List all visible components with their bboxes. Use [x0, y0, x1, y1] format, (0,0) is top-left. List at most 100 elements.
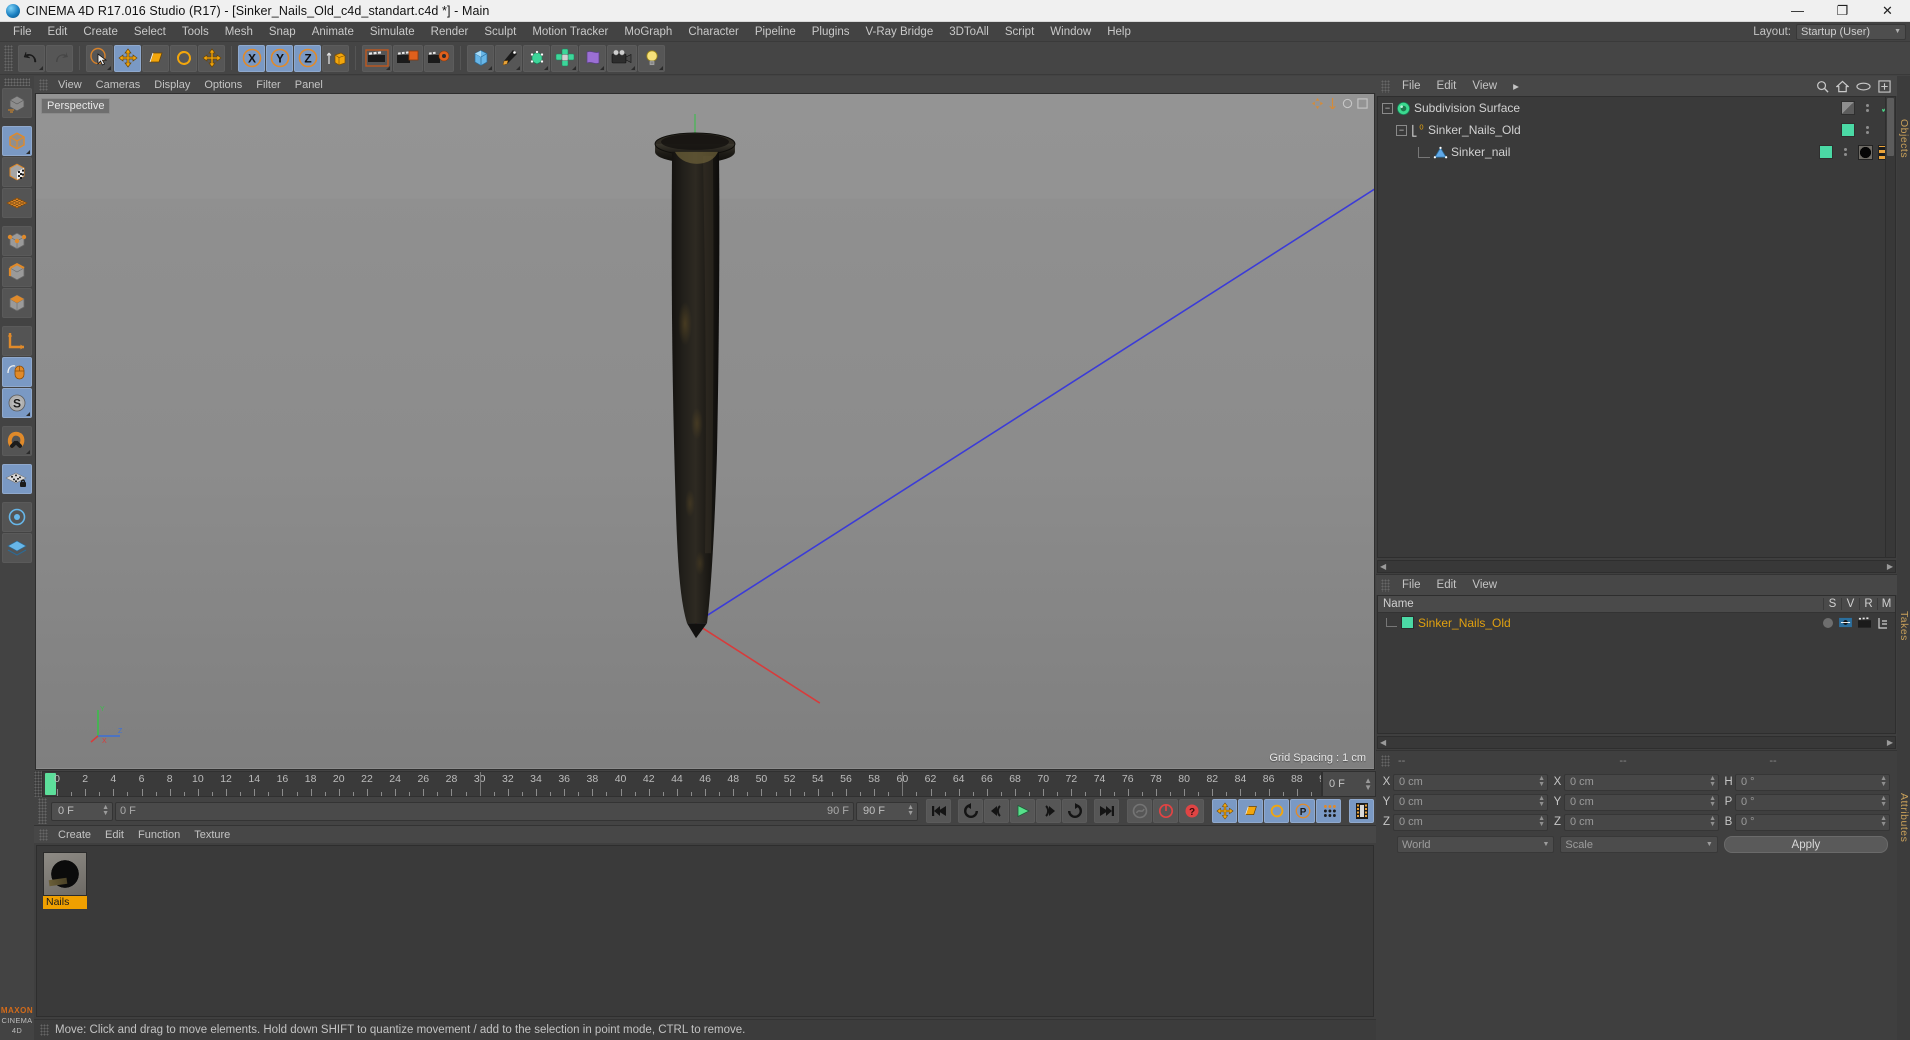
lock-x-axis-button[interactable]: X: [238, 44, 265, 72]
object-menu-file[interactable]: File: [1394, 79, 1429, 93]
rotation-b-field[interactable]: 0 ° ▲ ▼: [1735, 813, 1890, 831]
object-row-sinker-nails-old[interactable]: − 0 Sinker_Nails_Old ✓: [1378, 119, 1895, 141]
step-forward-button[interactable]: [1036, 799, 1061, 823]
scale-tool[interactable]: [142, 44, 169, 72]
menu-vray-bridge[interactable]: V-Ray Bridge: [857, 24, 941, 40]
menu-file[interactable]: File: [5, 24, 40, 40]
layer-manager-grip[interactable]: [1381, 578, 1390, 592]
layout-dropdown[interactable]: Startup (User) ▼: [1796, 23, 1906, 40]
viewport-menu-view[interactable]: View: [51, 78, 89, 92]
add-camera-button[interactable]: [607, 44, 637, 72]
layer-row[interactable]: Sinker_Nails_Old: [1378, 613, 1895, 632]
expander-icon[interactable]: −: [1382, 102, 1393, 114]
viewport-solo-button[interactable]: [2, 502, 32, 532]
edges-mode-button[interactable]: [2, 257, 32, 287]
menu-help[interactable]: Help: [1099, 24, 1139, 40]
move-viewport-icon[interactable]: [1312, 98, 1323, 109]
playback-grip[interactable]: [38, 798, 47, 824]
menu-mograph[interactable]: MoGraph: [616, 24, 680, 40]
layer-list[interactable]: Name S V R M Sinker_Nails_Old: [1377, 595, 1896, 734]
spinner-icon[interactable]: ▲ ▼: [1709, 815, 1716, 828]
current-frame-field[interactable]: 0 F ▲ ▼: [51, 801, 113, 821]
polygons-mode-button[interactable]: [2, 288, 32, 318]
size-x-field[interactable]: 0 cm ▲ ▼: [1564, 773, 1719, 791]
go-to-next-key-button[interactable]: [1062, 799, 1087, 823]
soft-selection-button[interactable]: S: [2, 388, 32, 418]
object-manager-grip[interactable]: [1381, 79, 1390, 93]
material-list[interactable]: Nails: [36, 845, 1374, 1017]
spinner-icon[interactable]: ▲ ▼: [1880, 795, 1887, 808]
time-slider[interactable]: 0 F 90 F: [115, 801, 854, 821]
live-selection-tool[interactable]: [86, 44, 113, 72]
record-active-objects-button[interactable]: [1127, 799, 1152, 823]
tab-takes[interactable]: Takes: [1898, 611, 1910, 673]
spinner-icon[interactable]: ▲ ▼: [907, 804, 914, 817]
snap-magnet-button[interactable]: [2, 426, 32, 456]
menu-select[interactable]: Select: [126, 24, 174, 40]
expander-icon[interactable]: −: [1396, 124, 1407, 136]
material-menu-create[interactable]: Create: [51, 828, 98, 842]
rotate-viewport-icon[interactable]: [1342, 98, 1353, 109]
material-menu-function[interactable]: Function: [131, 828, 187, 842]
timeline-end-field[interactable]: 0 F ▲ ▼: [1322, 771, 1376, 797]
document-end-field[interactable]: 90 F ▲ ▼: [856, 801, 918, 821]
menu-plugins[interactable]: Plugins: [804, 24, 858, 40]
lock-y-axis-button[interactable]: Y: [266, 44, 293, 72]
autokeying-button[interactable]: [1153, 799, 1178, 823]
play-button[interactable]: [1010, 799, 1035, 823]
menu-3dtoall[interactable]: 3DToAll: [941, 24, 997, 40]
add-spline-button[interactable]: [495, 44, 522, 72]
maximize-viewport-icon[interactable]: [1357, 98, 1368, 109]
toolbar-grip[interactable]: [4, 45, 13, 71]
viewport-menu-display[interactable]: Display: [147, 78, 197, 92]
menu-animate[interactable]: Animate: [304, 24, 362, 40]
viewport-menu-options[interactable]: Options: [197, 78, 249, 92]
viewport-menu-filter[interactable]: Filter: [249, 78, 287, 92]
menu-mesh[interactable]: Mesh: [217, 24, 261, 40]
viewport-menu-panel[interactable]: Panel: [288, 78, 330, 92]
add-deformer-button[interactable]: [579, 44, 606, 72]
menu-render[interactable]: Render: [423, 24, 477, 40]
make-editable-button[interactable]: [2, 88, 32, 118]
timeline-toggle-button[interactable]: [1349, 799, 1374, 823]
menu-edit[interactable]: Edit: [40, 24, 76, 40]
maximize-button[interactable]: ❐: [1820, 0, 1865, 22]
visibility-dots-icon[interactable]: [1866, 126, 1870, 134]
left-palette-grip[interactable]: [4, 78, 30, 86]
scroll-left-icon[interactable]: ◀: [1380, 562, 1386, 571]
timeline-ruler[interactable]: 0246810121416182022242628303234363840424…: [42, 771, 1322, 797]
menu-script[interactable]: Script: [997, 24, 1042, 40]
coordinate-system-dropdown[interactable]: World ▼: [1397, 836, 1555, 853]
add-nurbs-button[interactable]: [523, 44, 550, 72]
object-menu-view[interactable]: View: [1464, 79, 1505, 93]
move-tool[interactable]: [114, 44, 141, 72]
rotate-tool[interactable]: [170, 44, 197, 72]
position-y-field[interactable]: 0 cm ▲ ▼: [1393, 793, 1548, 811]
new-tab-icon[interactable]: [1878, 79, 1891, 93]
material-menu-texture[interactable]: Texture: [187, 828, 237, 842]
object-color-swatch[interactable]: [1841, 123, 1856, 137]
size-z-field[interactable]: 0 cm ▲ ▼: [1564, 813, 1719, 831]
menu-tools[interactable]: Tools: [174, 24, 217, 40]
object-menu-overflow[interactable]: ▸: [1505, 78, 1527, 94]
go-to-end-button[interactable]: [1094, 799, 1119, 823]
size-y-field[interactable]: 0 cm ▲ ▼: [1564, 793, 1719, 811]
visibility-dots-icon[interactable]: [1866, 104, 1870, 112]
manager-icon[interactable]: [1877, 617, 1889, 629]
material-manager-grip[interactable]: [39, 828, 48, 841]
menu-motion-tracker[interactable]: Motion Tracker: [524, 24, 616, 40]
render-settings-button[interactable]: [424, 44, 454, 72]
object-manager-vertical-scrollbar[interactable]: [1885, 96, 1896, 558]
spinner-icon[interactable]: ▲ ▼: [1538, 775, 1545, 788]
solo-dot-icon[interactable]: [1823, 617, 1833, 628]
coordinates-grip[interactable]: [1381, 754, 1390, 767]
workplane-button[interactable]: [2, 188, 32, 218]
layer-menu-file[interactable]: File: [1394, 578, 1429, 592]
axis-modify-button[interactable]: [2, 326, 32, 356]
position-z-field[interactable]: 0 cm ▲ ▼: [1393, 813, 1548, 831]
layer-color-swatch[interactable]: [1401, 616, 1414, 629]
position-x-field[interactable]: 0 cm ▲ ▼: [1393, 773, 1548, 791]
layer-menu-edit[interactable]: Edit: [1429, 578, 1465, 592]
scroll-right-icon[interactable]: ▶: [1887, 562, 1893, 571]
scroll-right-icon[interactable]: ▶: [1887, 738, 1893, 747]
